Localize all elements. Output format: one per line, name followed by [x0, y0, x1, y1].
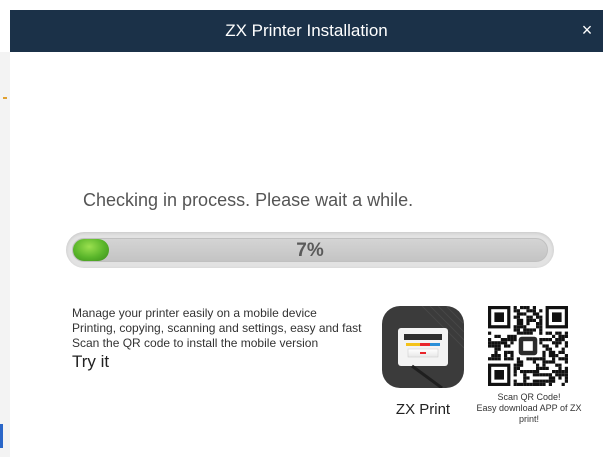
- desktop-top-strip: [0, 0, 603, 10]
- promo-line: Manage your printer easily on a mobile d…: [72, 306, 317, 320]
- progress-inner-track: 7%: [72, 238, 548, 262]
- qr-caption: Scan QR Code! Easy download APP of ZX pr…: [470, 392, 588, 425]
- qr-caption-line: Scan QR Code!: [497, 392, 561, 402]
- desktop-left-edge: [0, 52, 10, 457]
- printer-app-icon[interactable]: [382, 306, 464, 388]
- promo-line: Printing, copying, scanning and settings…: [72, 321, 362, 335]
- printer-app-graphic: [398, 306, 464, 388]
- qr-caption-line: Easy download APP of ZX: [476, 403, 582, 413]
- title-bar: ZX Printer Installation ×: [10, 10, 603, 52]
- close-icon[interactable]: ×: [577, 19, 597, 41]
- try-it-label: Try it: [72, 352, 110, 371]
- qr-code-graphic: [488, 306, 568, 386]
- window-title: ZX Printer Installation: [225, 21, 388, 40]
- status-message: Checking in process. Please wait a while…: [83, 190, 414, 210]
- progress-percent-label: 7%: [296, 240, 324, 261]
- progress-bar: 7%: [66, 232, 554, 268]
- app-name-label: ZX Print: [395, 401, 451, 418]
- promo-line: Scan the QR code to install the mobile v…: [72, 336, 319, 350]
- qr-caption-line: print!: [518, 414, 539, 424]
- qr-code-icon: [488, 306, 568, 386]
- edge-mark: [3, 97, 7, 99]
- mobile-promo-text: Manage your printer easily on a mobile d…: [72, 306, 362, 372]
- edge-mark: [0, 424, 3, 448]
